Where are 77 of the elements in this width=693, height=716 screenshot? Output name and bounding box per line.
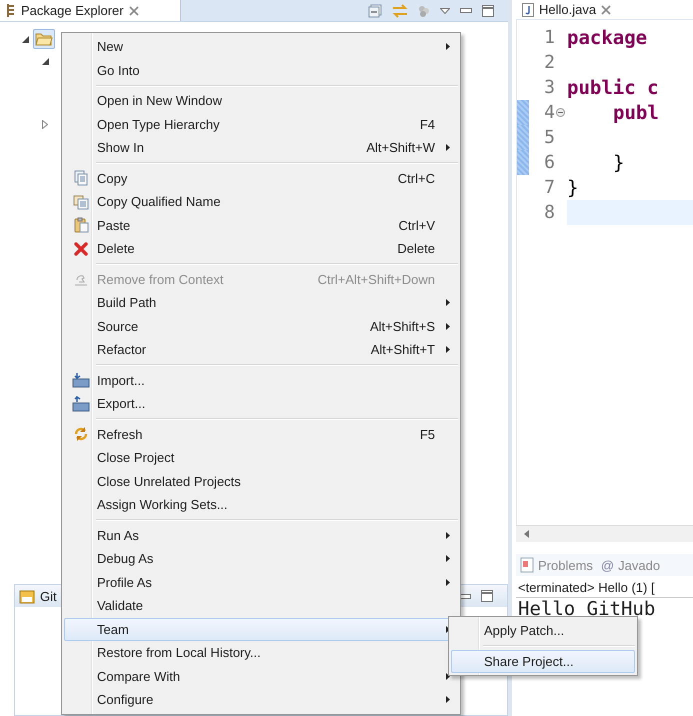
close-icon[interactable]: [601, 4, 612, 14]
at-icon: @: [600, 558, 614, 572]
copy-icon: [73, 170, 89, 186]
view-tab[interactable]: Git: [40, 588, 57, 604]
clipboard-icon: [73, 217, 89, 234]
console-status: <terminated> Hello (1) [: [516, 576, 693, 598]
menu-item[interactable]: Profile As: [64, 570, 458, 594]
editor-tab[interactable]: Hello.java: [539, 2, 596, 17]
refresh-icon: [73, 426, 89, 442]
line-number: 6: [544, 152, 555, 173]
package-icon: [6, 4, 16, 17]
menu-item[interactable]: Build Path: [64, 291, 458, 314]
view-tab[interactable]: Package Explorer: [0, 0, 181, 21]
menu-item[interactable]: Debug As: [64, 547, 458, 570]
collapsed-arrow-icon[interactable]: [42, 120, 48, 128]
scroll-left-icon[interactable]: [524, 530, 529, 538]
menu-item[interactable]: Close Unrelated Projects: [64, 470, 458, 493]
code-text: public c: [567, 76, 659, 98]
maximize-icon[interactable]: [481, 590, 493, 602]
delete-icon: [73, 240, 89, 257]
menu-item[interactable]: Copy Qualified Name: [64, 190, 458, 214]
line-number: 7: [544, 177, 555, 198]
menu-item[interactable]: Import...: [64, 368, 458, 392]
shortcut-label: F5: [420, 426, 436, 442]
expanded-arrow-icon[interactable]: [42, 58, 49, 64]
menu-item[interactable]: Paste Ctrl+V: [64, 214, 458, 237]
shortcut-label: F4: [420, 116, 436, 132]
clipboard-icon: [520, 557, 534, 573]
shortcut-label: Ctrl+V: [398, 218, 436, 233]
shortcut-label: Alt+Shift+T: [370, 342, 436, 358]
menu-item[interactable]: Share Project...: [451, 650, 635, 673]
minimize-icon[interactable]: [460, 8, 472, 13]
menu-item[interactable]: Run As: [64, 524, 458, 547]
line-number: 1: [544, 27, 555, 48]
code-text: }: [612, 152, 624, 174]
menu-item[interactable]: Refactor Alt+Shift+T: [64, 338, 458, 362]
menu-item[interactable]: Assign Working Sets...: [64, 493, 458, 516]
shortcut-label: Alt+Shift+S: [370, 318, 436, 334]
code-text: publ: [612, 102, 659, 124]
horizontal-scrollbar[interactable]: [516, 525, 693, 542]
menu-item[interactable]: Source Alt+Shift+S: [64, 314, 458, 338]
menu-item[interactable]: Refresh F5: [64, 422, 458, 446]
menu-item[interactable]: Go Into: [64, 58, 458, 82]
menu-item[interactable]: Configure: [64, 688, 458, 712]
menu-item[interactable]: New: [64, 35, 458, 58]
code-text: package: [567, 26, 648, 48]
git-icon: [19, 588, 35, 604]
code-text: }: [567, 176, 578, 198]
copy-icon: [73, 194, 89, 210]
line-number: 3: [544, 77, 555, 98]
collapse-all-icon[interactable]: [368, 4, 382, 18]
fold-icon[interactable]: [556, 108, 565, 117]
import-icon: [72, 372, 90, 388]
menu-item[interactable]: Validate: [64, 594, 458, 618]
line-number: 2: [544, 52, 555, 73]
console-output: Hello GitHub: [517, 598, 656, 620]
expanded-arrow-icon[interactable]: [22, 36, 29, 42]
close-icon[interactable]: [128, 6, 139, 16]
shortcut-label: Ctrl+Alt+Shift+Down: [318, 272, 436, 287]
view-menu-icon[interactable]: [440, 8, 450, 14]
menu-item[interactable]: Show In Alt+Shift+W: [64, 136, 458, 160]
line-number: 8: [544, 202, 555, 223]
menu-item[interactable]: Open Type Hierarchy F4: [64, 112, 458, 136]
menu-item[interactable]: Export...: [64, 392, 458, 416]
shortcut-label: Ctrl+C: [398, 170, 436, 186]
maximize-icon[interactable]: [482, 4, 494, 16]
line-number: 4: [544, 102, 555, 123]
line-number: 5: [544, 127, 555, 148]
export-icon: [72, 396, 90, 412]
shortcut-label: Alt+Shift+W: [366, 140, 436, 156]
menu-item[interactable]: Open in New Window: [64, 89, 458, 112]
dots-icon[interactable]: [418, 4, 430, 16]
shortcut-label: Delete: [397, 241, 436, 256]
menu-item[interactable]: Copy Ctrl+C: [64, 166, 458, 190]
menu-item[interactable]: Close Project: [64, 446, 458, 470]
java-file-icon: [522, 2, 534, 16]
menu-item[interactable]: Delete Delete: [64, 237, 458, 260]
